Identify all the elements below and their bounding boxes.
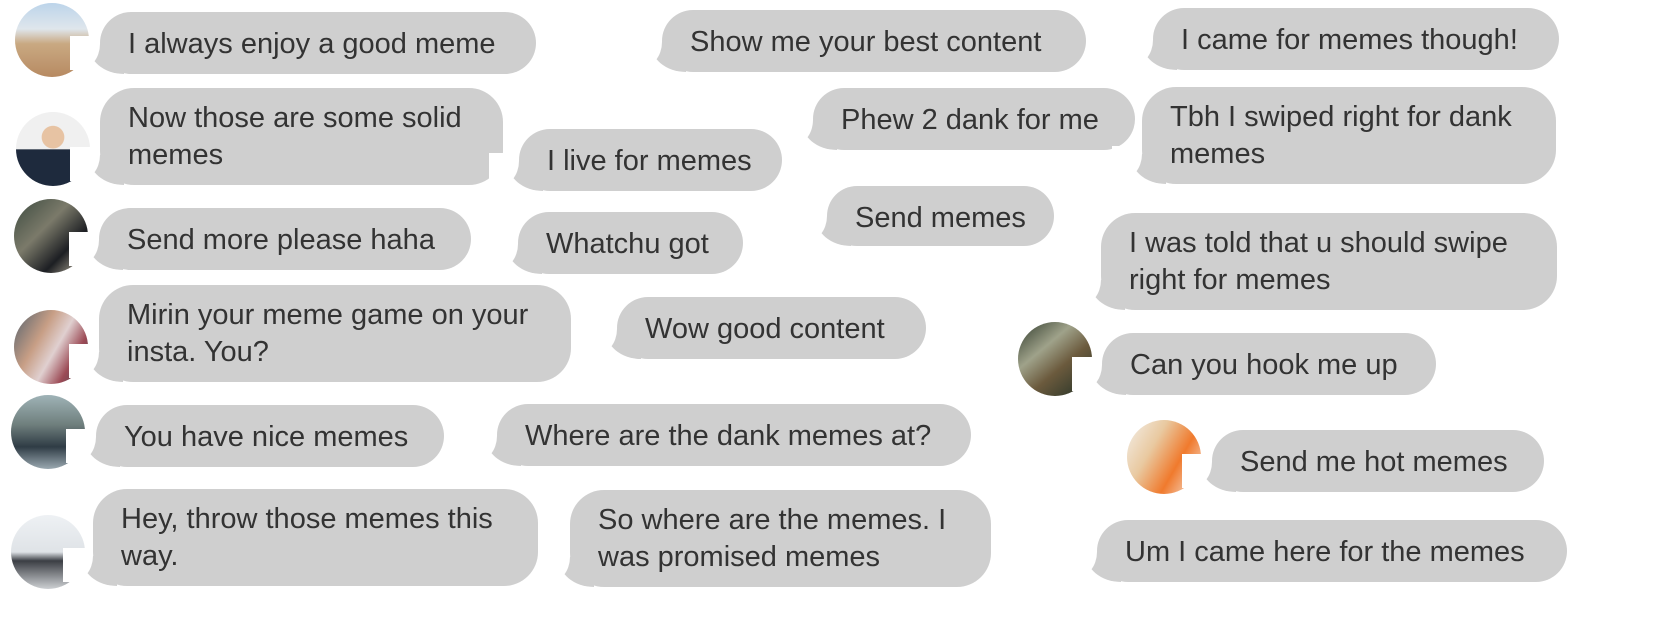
- message-bubble: Whatchu got: [488, 212, 743, 274]
- message-bubble: I came for memes though!: [1123, 8, 1559, 70]
- message-text: I always enjoy a good meme: [128, 28, 496, 60]
- message-bubble: Mirin your meme game on your insta. You?: [69, 285, 571, 382]
- message-text: Um I came here for the memes: [1125, 536, 1525, 568]
- message-bubble: I was told that u should swipe right for…: [1071, 213, 1557, 310]
- message-bubble: Tbh I swiped right for dank memes: [1112, 87, 1556, 184]
- message-text: Send more please haha: [127, 224, 435, 256]
- message-text: So where are the memes. I was promised m…: [598, 504, 947, 573]
- message-text: Whatchu got: [546, 228, 709, 260]
- message-bubble: You have nice memes: [66, 405, 444, 467]
- message-bubble: Send me hot memes: [1182, 430, 1544, 492]
- message-text: Where are the dank memes at?: [525, 420, 932, 452]
- message-bubble: I always enjoy a good meme: [70, 12, 536, 74]
- message-text: Send me hot memes: [1240, 446, 1508, 478]
- message-bubble: So where are the memes. I was promised m…: [540, 490, 991, 587]
- message-text: Phew 2 dank for me: [841, 104, 1099, 136]
- message-bubble: Phew 2 dank for me: [783, 88, 1135, 150]
- message-text: Tbh I swiped right for dank memes: [1170, 101, 1512, 170]
- message-bubble: Where are the dank memes at?: [467, 404, 971, 466]
- message-bubble: Send more please haha: [69, 208, 471, 270]
- message-text: I live for memes: [547, 145, 752, 177]
- message-bubble: Wow good content: [587, 297, 926, 359]
- message-text: Wow good content: [645, 313, 885, 345]
- message-text: Send memes: [855, 202, 1026, 234]
- message-bubble: Um I came here for the memes: [1067, 520, 1567, 582]
- message-bubble: Send memes: [797, 186, 1054, 246]
- message-text: Show me your best content: [690, 26, 1042, 58]
- message-bubble: Now those are some solid memes: [70, 88, 503, 185]
- message-bubble: Can you hook me up: [1072, 333, 1436, 395]
- message-text: Hey, throw those memes this way.: [121, 503, 493, 572]
- message-bubble: I live for memes: [489, 129, 782, 191]
- message-text: Now those are some solid memes: [128, 102, 462, 171]
- message-text: You have nice memes: [124, 421, 409, 453]
- message-bubble: Hey, throw those memes this way.: [63, 489, 538, 586]
- message-text: I was told that u should swipe right for…: [1129, 227, 1508, 296]
- message-text: Mirin your meme game on your insta. You?: [127, 299, 529, 368]
- message-text: Can you hook me up: [1130, 349, 1398, 381]
- message-text: I came for memes though!: [1181, 24, 1518, 56]
- message-bubble: Show me your best content: [632, 10, 1086, 72]
